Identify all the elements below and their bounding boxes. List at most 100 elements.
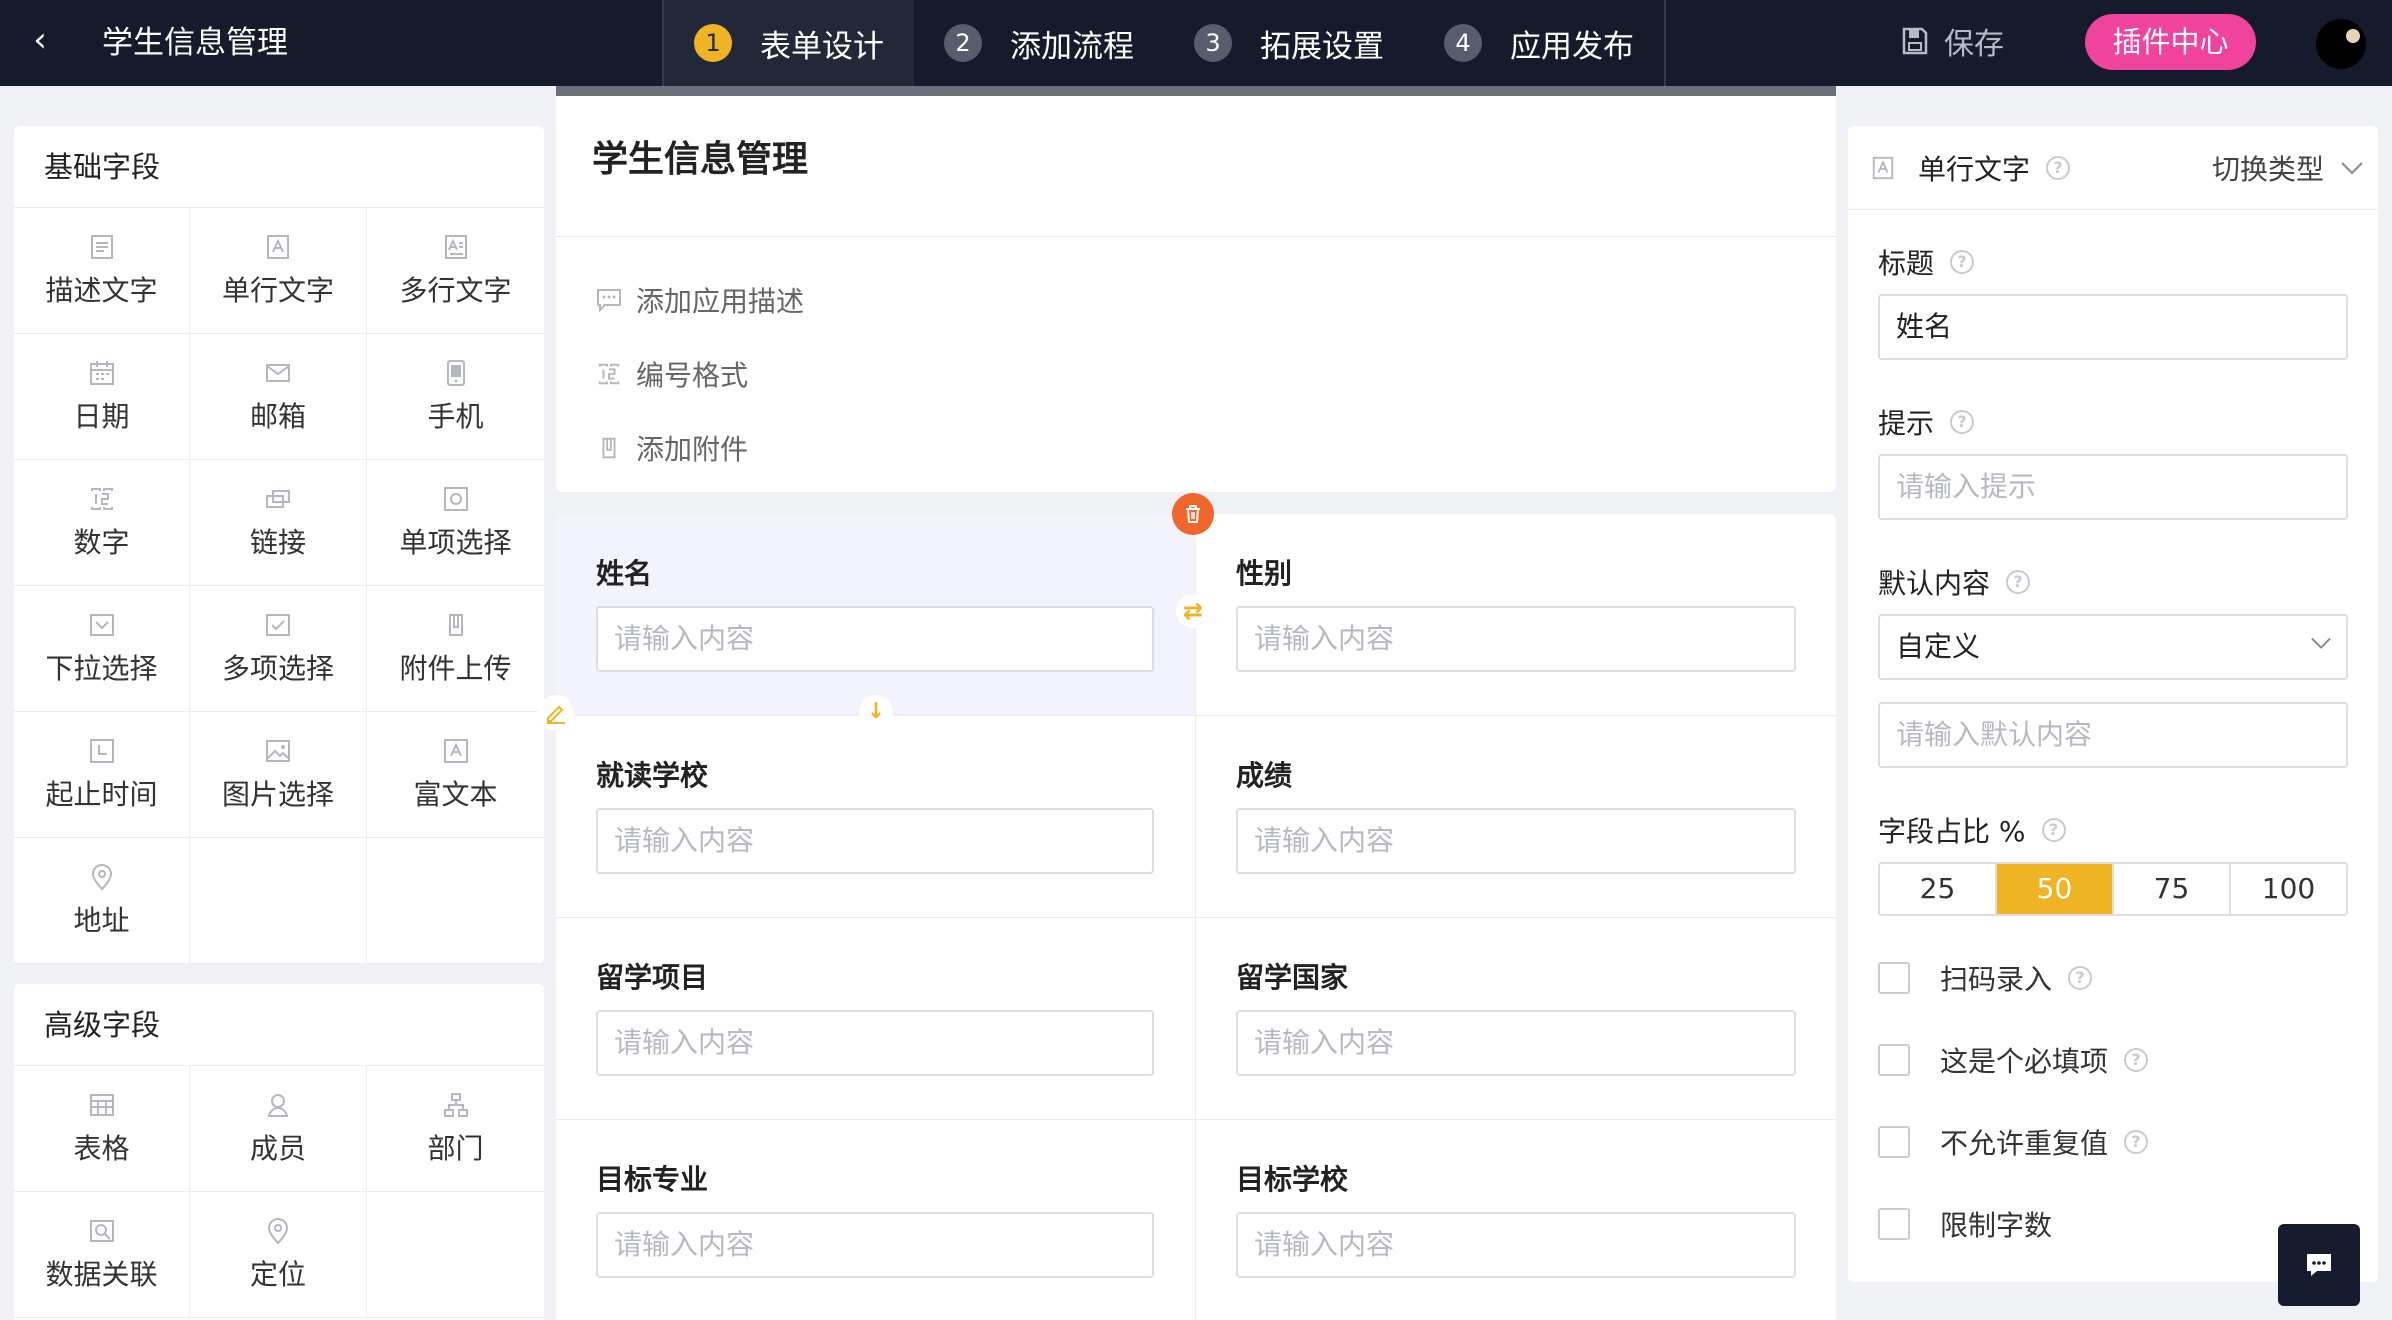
field-item-dropdown[interactable]: 下拉选择 <box>14 586 190 712</box>
field-item-link[interactable]: 链接 <box>190 460 367 586</box>
field-item-multi-choice[interactable]: 多项选择 <box>190 586 367 712</box>
title-input[interactable]: 姓名 <box>1878 294 2348 360</box>
field-input-preview[interactable]: 请输入内容 <box>1236 1212 1796 1278</box>
step-number: 1 <box>694 24 732 62</box>
field-item-email[interactable]: 邮箱 <box>190 334 367 460</box>
field-item-date[interactable]: 日期 <box>14 334 190 460</box>
arrow-down-icon[interactable]: ↓ <box>859 695 893 729</box>
field-item-table[interactable]: 表格 <box>14 1066 190 1192</box>
plugin-center-button[interactable]: 插件中心 <box>2085 14 2256 70</box>
checkbox[interactable] <box>1878 1044 1910 1076</box>
step-label: 表单设计 <box>760 28 884 65</box>
field-input-preview[interactable]: 请输入内容 <box>596 606 1154 672</box>
location-pin-icon <box>267 1217 289 1244</box>
help-icon[interactable]: ? <box>1950 410 1975 434</box>
form-field-gender[interactable]: 性别 请输入内容 <box>1196 514 1836 716</box>
swap-arrows-icon[interactable]: ⇄ <box>1176 594 1210 628</box>
calendar-icon <box>89 360 114 385</box>
form-title[interactable]: 学生信息管理 <box>592 130 808 182</box>
width-option-25[interactable]: 25 <box>1880 864 1997 914</box>
save-label: 保存 <box>1944 27 2004 62</box>
help-icon[interactable]: ? <box>2041 818 2066 842</box>
width-option-100[interactable]: 100 <box>2231 864 2346 914</box>
help-icon[interactable]: ? <box>2068 966 2093 990</box>
limit-length-checkbox[interactable]: 限制字数 <box>1878 1204 2052 1244</box>
step-label: 拓展设置 <box>1260 28 1384 65</box>
step-form-design[interactable]: 1 表单设计 <box>664 0 914 86</box>
chevron-left-icon[interactable]: ‹ <box>22 20 58 60</box>
help-icon[interactable]: ? <box>2006 570 2031 594</box>
multi-line-text-icon <box>444 234 467 259</box>
width-option-50[interactable]: 50 <box>1997 864 2114 914</box>
field-item-multi-line[interactable]: 多行文字 <box>367 208 544 334</box>
serial-format-link[interactable]: 编号格式 <box>596 354 748 394</box>
default-content-select[interactable]: 自定义 <box>1878 614 2348 680</box>
advanced-fields-title: 高级字段 <box>14 984 544 1066</box>
field-input-preview[interactable]: 请输入内容 <box>1236 1010 1796 1076</box>
help-icon[interactable]: ? <box>2124 1048 2149 1072</box>
field-item-location[interactable]: 定位 <box>190 1192 367 1318</box>
field-input-preview[interactable]: 请输入内容 <box>1236 808 1796 874</box>
step-add-process[interactable]: 2 添加流程 <box>914 0 1164 86</box>
link-icon <box>266 489 290 508</box>
field-input-preview[interactable]: 请输入内容 <box>596 1010 1154 1076</box>
trash-icon <box>1186 505 1200 523</box>
field-item-single-choice[interactable]: 单项选择 <box>367 460 544 586</box>
field-item-image[interactable]: 图片选择 <box>190 712 367 838</box>
field-input-preview[interactable]: 请输入内容 <box>1236 606 1796 672</box>
field-item-member[interactable]: 成员 <box>190 1066 367 1192</box>
number-icon <box>90 487 113 510</box>
form-field-target-school[interactable]: 目标学校 请输入内容 <box>1196 1120 1836 1320</box>
form-field-target-major[interactable]: 目标专业 请输入内容 <box>556 1120 1196 1320</box>
avatar[interactable] <box>2316 19 2366 69</box>
field-input-preview[interactable]: 请输入内容 <box>596 1212 1154 1278</box>
step-extend-settings[interactable]: 3 拓展设置 <box>1164 0 1414 86</box>
width-option-75[interactable]: 75 <box>2114 864 2231 914</box>
field-width-selector: 25 50 75 100 <box>1878 862 2348 916</box>
form-field-study-country[interactable]: 留学国家 请输入内容 <box>1196 918 1836 1120</box>
checkbox[interactable] <box>1878 1208 1910 1240</box>
default-content-input[interactable]: 请输入默认内容 <box>1878 702 2348 768</box>
checkbox[interactable] <box>1878 962 1910 994</box>
add-description-link[interactable]: 添加应用描述 <box>596 280 804 320</box>
form-field-score[interactable]: 成绩 请输入内容 <box>1196 716 1836 918</box>
checkbox[interactable] <box>1878 1126 1910 1158</box>
field-item-phone[interactable]: 手机 <box>367 334 544 460</box>
field-item-number[interactable]: 数字 <box>14 460 190 586</box>
time-range-icon <box>89 738 114 763</box>
required-checkbox[interactable]: 这是个必填项 ? <box>1878 1040 2149 1080</box>
scan-input-checkbox[interactable]: 扫码录入 ? <box>1878 958 2093 998</box>
field-input-preview[interactable]: 请输入内容 <box>596 808 1154 874</box>
field-item-time-range[interactable]: 起止时间 <box>14 712 190 838</box>
form-field-study-program[interactable]: 留学项目 请输入内容 <box>556 918 1196 1120</box>
default-content-label: 默认内容 ? <box>1878 562 2031 602</box>
field-item-address[interactable]: 地址 <box>14 838 190 964</box>
field-item-rich-text[interactable]: 富文本 <box>367 712 544 838</box>
properties-header: 单行文字 ? 切换类型 <box>1848 126 2378 210</box>
form-field-name[interactable]: 姓名 请输入内容 <box>556 514 1196 716</box>
single-line-text-icon <box>1872 156 1894 180</box>
field-item-description[interactable]: 描述文字 <box>14 208 190 334</box>
chat-bubble-icon <box>2307 1254 2331 1276</box>
help-icon[interactable]: ? <box>1950 250 1975 274</box>
save-button[interactable]: 保存 <box>1902 16 2004 66</box>
image-icon <box>266 739 290 762</box>
field-item-data-link[interactable]: 数据关联 <box>14 1192 190 1318</box>
edit-pencil-icon[interactable] <box>538 695 574 731</box>
delete-field-button[interactable] <box>1172 493 1214 535</box>
field-item-department[interactable]: 部门 <box>367 1066 544 1192</box>
step-publish[interactable]: 4 应用发布 <box>1414 0 1664 86</box>
no-duplicate-checkbox[interactable]: 不允许重复值 ? <box>1878 1122 2149 1162</box>
help-icon[interactable]: ? <box>2124 1130 2149 1154</box>
hint-input[interactable]: 请输入提示 <box>1878 454 2348 520</box>
field-item-single-line[interactable]: 单行文字 <box>190 208 367 334</box>
switch-type-dropdown[interactable]: 切换类型 <box>2212 146 2364 190</box>
title-label: 标题 ? <box>1878 242 1975 282</box>
text-lines-icon <box>90 234 113 259</box>
app-title: 学生信息管理 <box>102 25 288 61</box>
field-item-attachment[interactable]: 附件上传 <box>367 586 544 712</box>
add-attachment-link[interactable]: 添加附件 <box>596 428 748 468</box>
form-field-school[interactable]: 就读学校 请输入内容 <box>556 716 1196 918</box>
help-icon[interactable]: ? <box>2046 156 2071 180</box>
chat-button[interactable] <box>2278 1224 2360 1306</box>
